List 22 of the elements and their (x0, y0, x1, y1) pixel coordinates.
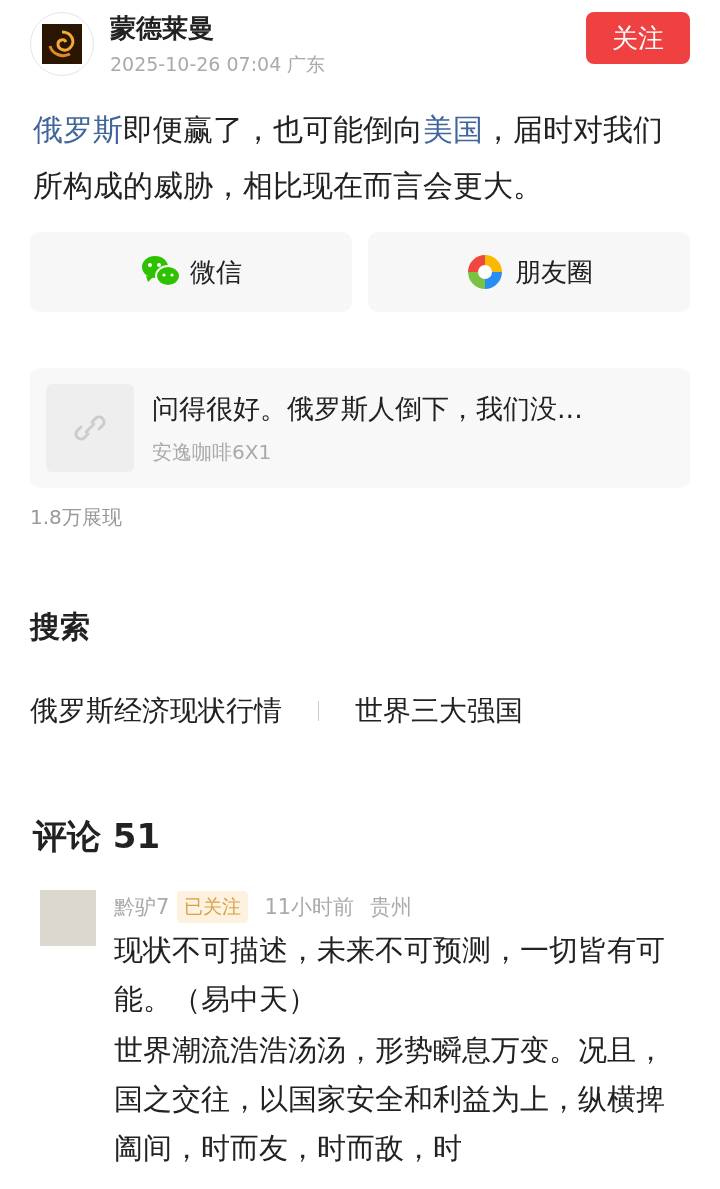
comment-text: 现状不可描述，未来不可预测，一切皆有可能。（易中天） (114, 932, 666, 1018)
linked-post-card[interactable]: 问得很好。俄罗斯人倒下，我们没... 安逸咖啡6X1 (30, 368, 690, 488)
comment-time: 11小时前 (264, 894, 355, 921)
section-heading: 搜索 (30, 608, 91, 646)
logo-icon (42, 24, 82, 64)
search-suggestion[interactable]: 俄罗斯经济现状行情 (30, 692, 282, 730)
linked-post-source: 安逸咖啡6X1 (152, 438, 273, 466)
share-button[interactable]: 微信 (30, 232, 352, 312)
post-text: 俄罗斯即便赢了，也可能倒向美国，届时对我们所构成的威胁，相比现在而言会更大。 (33, 111, 664, 205)
search-suggestion[interactable]: 世界三大强国 (355, 692, 523, 730)
link[interactable]: 美国 (423, 112, 483, 147)
view-count: 1.8万展现 (30, 504, 123, 531)
comments-heading: 评论 51 (33, 815, 162, 858)
comment-text: 世界潮流浩浩汤汤，形势瞬息万变。况且，国之交往，以国家安全和利益为上，纵横捭阖间，时而友，时而敌，时 (114, 1032, 666, 1167)
post-meta: 2025-10-26 07:04 广东 (110, 51, 327, 77)
link[interactable]: 俄罗斯 (33, 112, 123, 147)
aperture-icon (465, 252, 505, 292)
author-name[interactable]: 蒙德莱曼 (110, 10, 570, 46)
linked-post-title: 问得很好。俄罗斯人倒下，我们没... (152, 391, 583, 426)
follow-button[interactable]: 关注 (586, 12, 690, 64)
comment-location: 贵州 (370, 894, 413, 921)
share-button[interactable]: 朋友圈 (368, 232, 690, 312)
